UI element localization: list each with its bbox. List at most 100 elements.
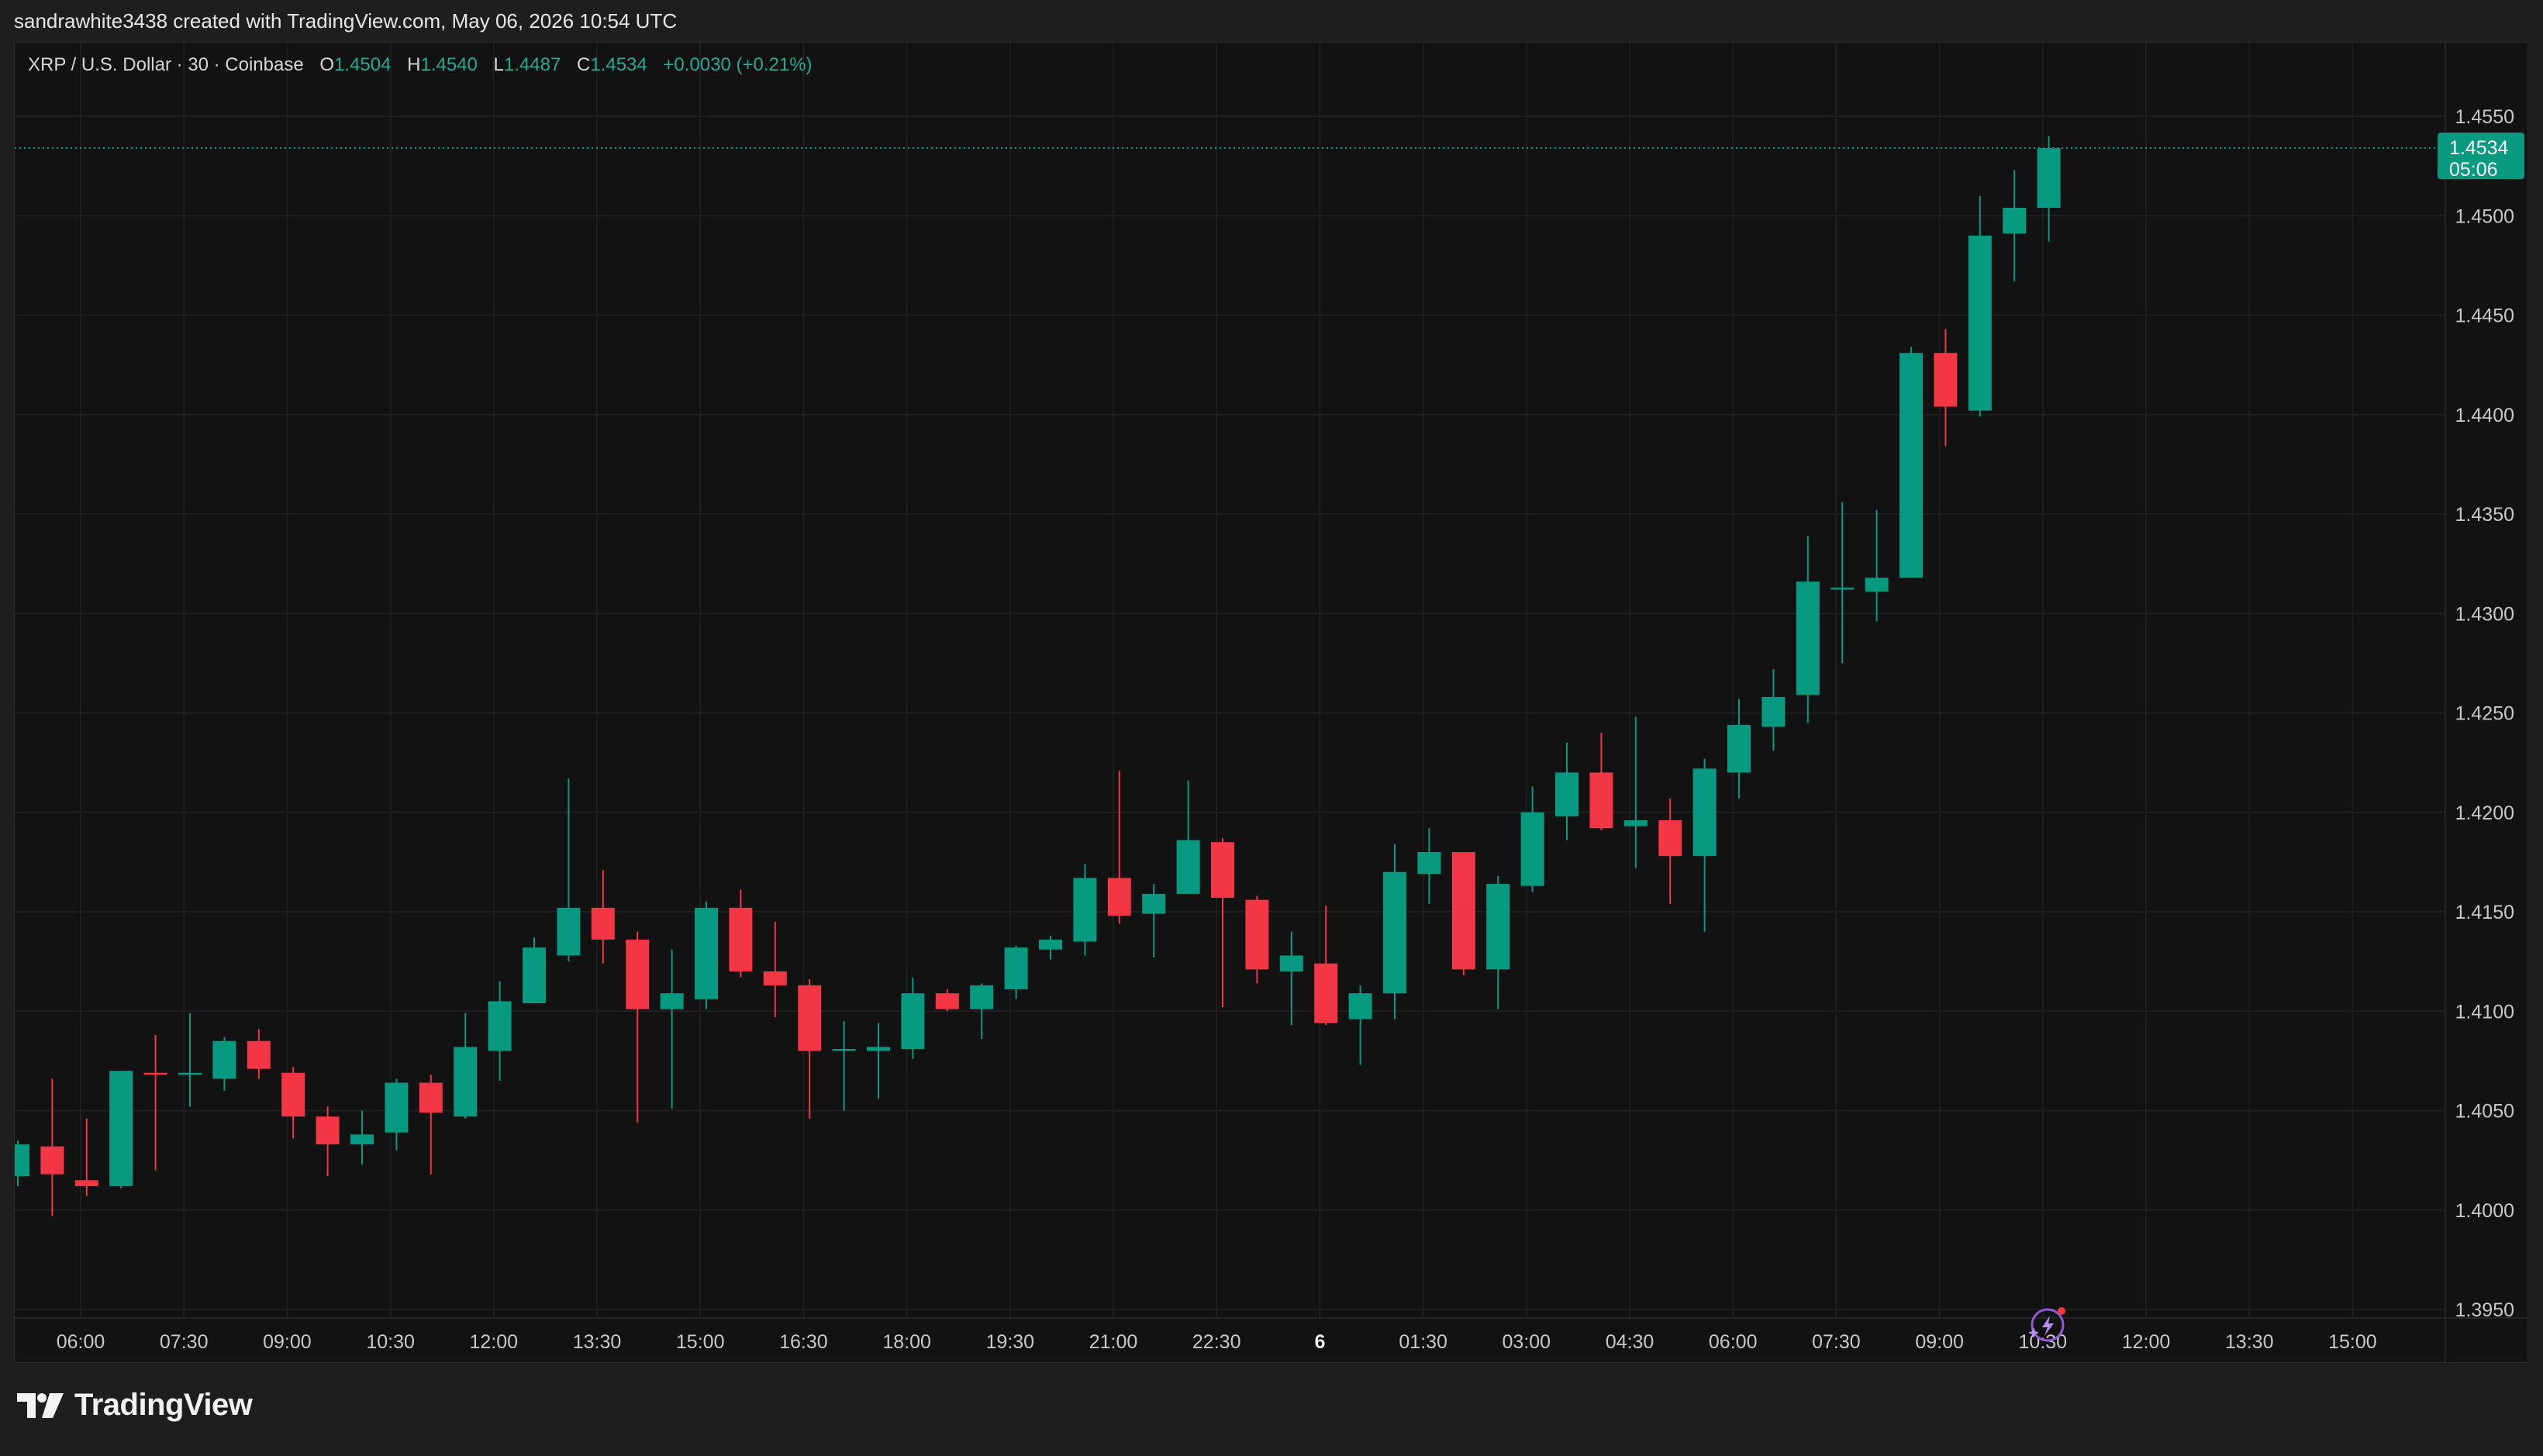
candle-body-up [212, 1040, 236, 1079]
legend-high: H1.4540 [407, 54, 478, 75]
attribution-text: sandrawhite3438 created with TradingView… [14, 9, 678, 33]
time-tick-label: 19:30 [986, 1331, 1035, 1353]
price-tick-label: 1.4500 [2455, 205, 2514, 227]
candle-body-up [901, 993, 925, 1049]
candle-body-up [454, 1047, 478, 1117]
candle-body-down [763, 971, 787, 985]
candle-body-up [1796, 581, 1820, 695]
price-tick-label: 1.4000 [2455, 1200, 2514, 1222]
candle-body-up [1692, 768, 1717, 857]
candle-body-up [385, 1082, 409, 1133]
candle-body-down [1934, 353, 1958, 407]
time-tick-label: 15:00 [676, 1331, 725, 1353]
candle-body-up [1004, 947, 1028, 990]
time-tick-label: 09:00 [1915, 1331, 1964, 1353]
time-tick-label: 10:30 [366, 1331, 415, 1353]
time-tick-label: 13:30 [2225, 1331, 2274, 1353]
candle-body-down [626, 939, 650, 1009]
candle-body-down [316, 1116, 340, 1145]
candle-body-down [1589, 772, 1613, 829]
candle-body-down [419, 1082, 443, 1113]
price-tick-label: 1.4450 [2455, 305, 2514, 327]
candle-body-down [729, 907, 753, 971]
price-tick-label: 1.4150 [2455, 902, 2514, 923]
grid [15, 43, 2527, 1362]
tradingview-logo-text: TradingView [74, 1388, 253, 1422]
candle-body-up [1486, 884, 1510, 970]
candle-body-up [1039, 939, 1062, 950]
candle-body-down [1107, 878, 1131, 916]
candle-body-up [1555, 772, 1579, 816]
candle-body-up [557, 907, 581, 956]
candle-body-up [523, 947, 546, 1003]
time-axis[interactable]: 06:00 07:30 09:00 10:30 12:00 13:30 15:00 16:30… [57, 1331, 2377, 1353]
candle-body-up [2003, 207, 2027, 234]
candle-body-up [2037, 148, 2061, 208]
chart-frame[interactable]: 1.4550 1.4500 1.4450 1.4400 1.4350 1.4300 1.42… [14, 42, 2528, 1363]
candle-body-up [350, 1134, 374, 1145]
price-tick-label: 1.4400 [2455, 405, 2514, 426]
time-tick-label: 06:00 [1709, 1331, 1758, 1353]
candle-body-up [1830, 587, 1855, 590]
legend-close: C1.4534 [576, 54, 647, 75]
symbol-legend[interactable]: XRP / U.S. Dollar · 30 · Coinbase O1.450… [28, 54, 813, 76]
price-tick-label: 1.4350 [2455, 504, 2514, 526]
time-tick-label: 07:30 [160, 1331, 209, 1353]
candle-body-up [1279, 955, 1303, 971]
time-tick-label: 12:00 [470, 1331, 519, 1353]
candle-body-up [867, 1047, 890, 1051]
time-tick-label: 6 [1314, 1331, 1325, 1353]
candle-body-up [1348, 993, 1372, 1020]
time-tick-label: 06:00 [57, 1331, 105, 1353]
price-tick-label: 1.4300 [2455, 603, 2514, 625]
candle-body-up [1142, 893, 1166, 914]
time-tick-label: 21:00 [1089, 1331, 1138, 1353]
candle-body-down [1245, 899, 1269, 970]
candle-body-up [970, 985, 994, 1009]
candle-body-up [1383, 871, 1406, 994]
legend-change: +0.0030 (+0.21%) [663, 54, 813, 75]
candle-body-up [695, 907, 718, 999]
candle-body-up [1899, 353, 1923, 578]
time-tick-label: 13:30 [573, 1331, 622, 1353]
bar-countdown: 05:06 [2449, 159, 2498, 181]
price-tick-label: 1.3950 [2455, 1299, 2514, 1321]
time-tick-label: 03:00 [1503, 1331, 1551, 1353]
candle-body-up [1761, 696, 1786, 727]
candlestick-chart[interactable]: 1.4550 1.4500 1.4450 1.4400 1.4350 1.4300 1.42… [15, 43, 2528, 1363]
candle-body-down [1314, 963, 1338, 1023]
price-tick-label: 1.4200 [2455, 802, 2514, 824]
candle-body-down [1211, 842, 1234, 899]
candle-body-up [1623, 820, 1648, 826]
candle-body-down [1451, 852, 1475, 970]
candle-body-up [1727, 724, 1751, 773]
last-price-value: 1.4534 [2449, 137, 2509, 159]
time-tick-label: 12:00 [2122, 1331, 2171, 1353]
candle-body-down [74, 1180, 98, 1186]
candle-body-down [798, 985, 822, 1051]
time-tick-label: 01:30 [1399, 1331, 1447, 1353]
legend-low: L1.4487 [493, 54, 561, 75]
candle-body-up [1520, 812, 1544, 886]
candle-body-up [1865, 578, 1889, 592]
price-axis[interactable]: 1.4550 1.4500 1.4450 1.4400 1.4350 1.4300 1.42… [2455, 106, 2514, 1321]
candle-body-down [247, 1040, 271, 1069]
tradingview-logo[interactable]: TradingView [17, 1388, 253, 1423]
candle-body-down [281, 1072, 305, 1117]
candles [15, 136, 2061, 1216]
time-tick-label: 07:30 [1812, 1331, 1861, 1353]
candle-body-down [1658, 820, 1682, 857]
time-tick-label: 18:00 [882, 1331, 931, 1353]
time-tick-label: 15:00 [2328, 1331, 2377, 1353]
symbol-title[interactable]: XRP / U.S. Dollar · 30 · Coinbase [28, 54, 304, 75]
candle-body-up [1073, 878, 1097, 942]
candle-body-up [660, 993, 684, 1009]
candle-body-up [1417, 852, 1441, 875]
time-tick-label: 09:00 [263, 1331, 312, 1353]
candle-body-up [1176, 840, 1200, 894]
time-tick-label: 04:30 [1606, 1331, 1655, 1353]
candle-body-down [143, 1072, 167, 1075]
candle-body-down [40, 1146, 64, 1175]
tradingview-logo-icon [17, 1392, 64, 1418]
time-tick-label: 22:30 [1192, 1331, 1241, 1353]
